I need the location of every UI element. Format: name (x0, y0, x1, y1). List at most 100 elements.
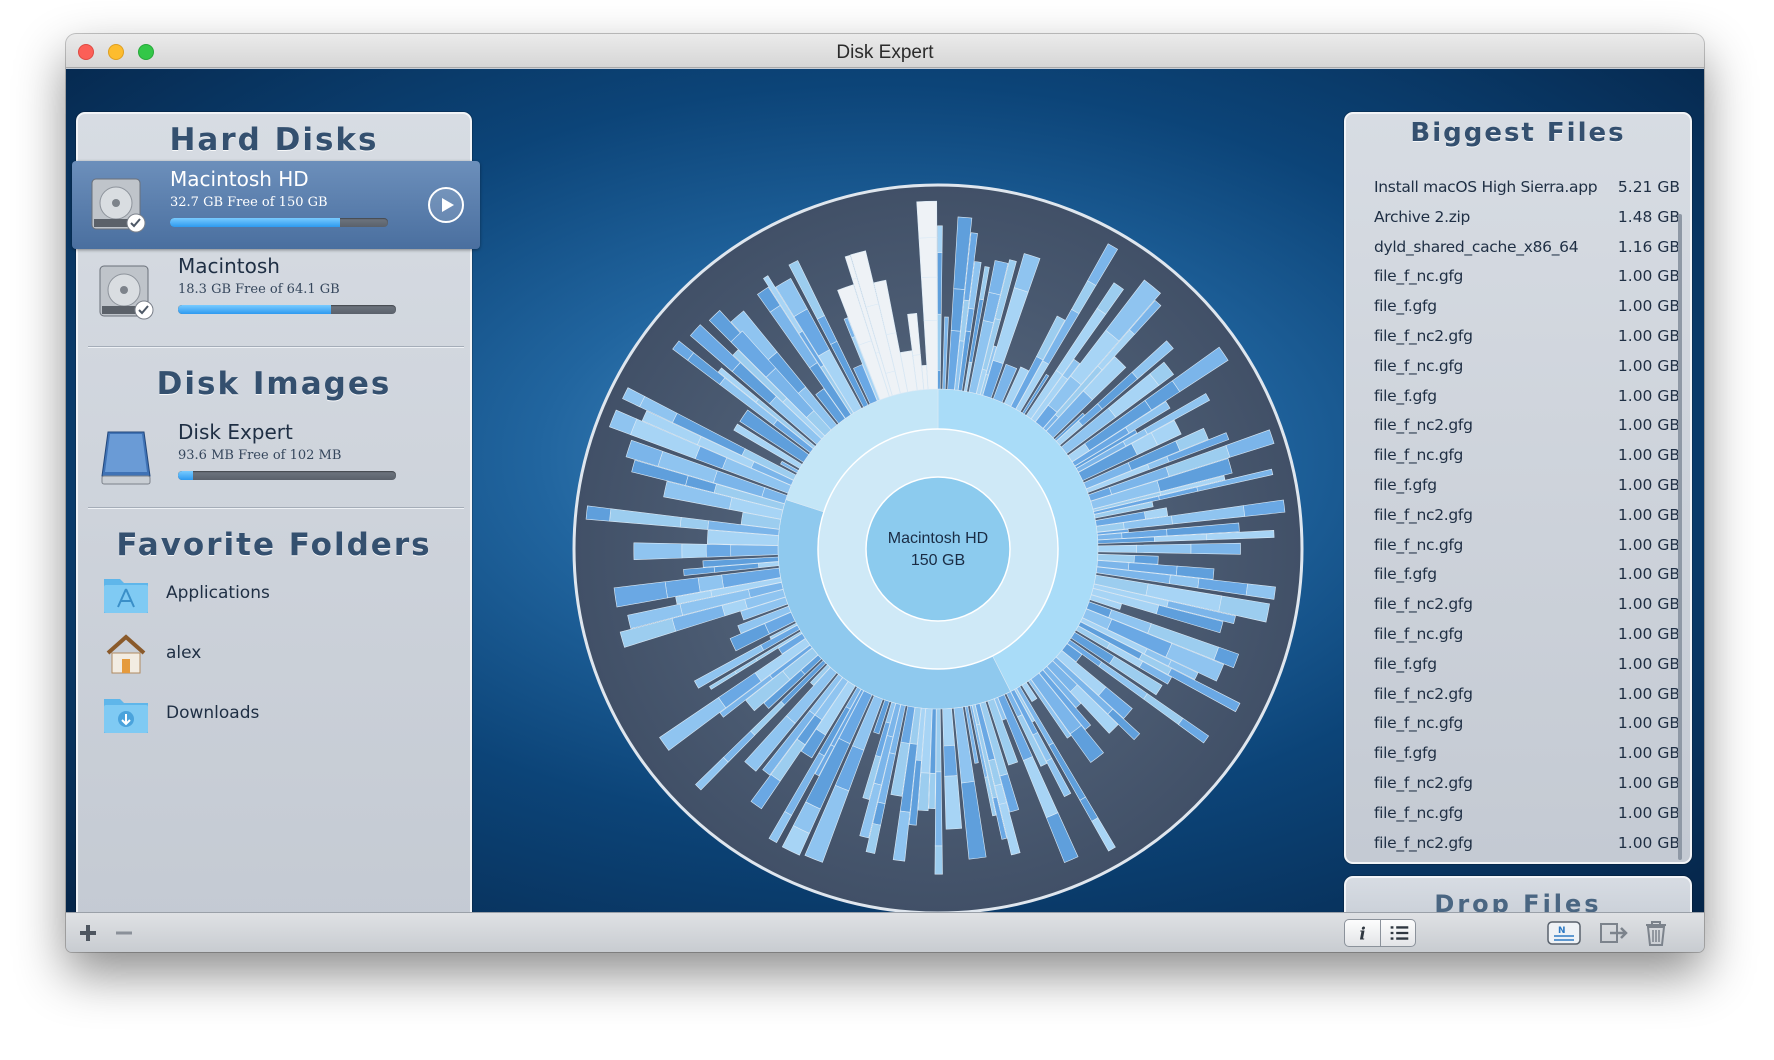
file-name: file_f_nc.gfg (1374, 267, 1464, 286)
file-name: file_f_nc2.gfg (1374, 833, 1473, 852)
svg-text:N: N (1558, 926, 1566, 936)
remove-icon[interactable] (112, 919, 136, 947)
trash-icon[interactable] (1642, 919, 1670, 947)
file-row[interactable]: file_f_nc.gfg 1.00 GB (1374, 353, 1680, 383)
file-row[interactable]: file_f_nc.gfg 1.00 GB (1374, 532, 1680, 562)
sunburst-segment[interactable] (705, 543, 732, 558)
sunburst-segment[interactable] (934, 771, 943, 847)
biggest-files-panel: Biggest Files Install macOS High Sierra.… (1344, 112, 1692, 864)
disk-row-macintosh-hd[interactable]: Macintosh HD 32.7 GB Free of 150 GB (72, 161, 480, 249)
file-name: Install macOS High Sierra.app (1374, 178, 1598, 196)
main-window: Disk Expert Hard Disks Macintosh HD 32.7… (66, 34, 1704, 952)
move-icon[interactable] (1598, 919, 1630, 947)
file-row[interactable]: file_f_nc2.gfg 1.00 GB (1374, 770, 1680, 800)
file-size: 1.00 GB (1617, 535, 1680, 554)
play-icon (442, 198, 454, 212)
file-name: file_f_nc.gfg (1374, 356, 1464, 375)
file-name: file_f_nc2.gfg (1374, 684, 1473, 703)
file-row[interactable]: file_f_nc.gfg 1.00 GB (1374, 442, 1680, 472)
sunburst-segment[interactable] (1136, 543, 1192, 554)
sunburst-segment[interactable] (1133, 555, 1159, 565)
file-row[interactable]: file_f.gfg 1.00 GB (1374, 383, 1680, 413)
file-row[interactable]: dyld_shared_cache_x86_64 1.16 GB (1374, 234, 1680, 264)
file-name: file_f_nc2.gfg (1374, 595, 1473, 614)
view-mode-segmented-control: i (1344, 919, 1416, 947)
sunburst-segment[interactable] (937, 225, 943, 254)
file-row[interactable]: file_f_nc.gfg 1.00 GB (1374, 710, 1680, 740)
add-icon[interactable] (76, 919, 100, 947)
favorite-folder-downloads[interactable]: Downloads (102, 689, 442, 741)
sunburst-segment[interactable] (928, 772, 936, 809)
bottom-toolbar: i N (66, 912, 1704, 952)
sunburst-segment[interactable] (633, 542, 683, 560)
sunburst-segment[interactable] (918, 237, 938, 278)
file-row[interactable]: Install macOS High Sierra.app 5.21 GB (1374, 174, 1680, 204)
file-size: 1.00 GB (1617, 654, 1680, 673)
sunburst-segment[interactable] (585, 505, 612, 522)
file-size: 1.48 GB (1617, 207, 1680, 226)
file-size: 1.00 GB (1617, 803, 1680, 822)
list-icon[interactable] (1381, 920, 1416, 946)
disk-name: Macintosh (178, 254, 280, 278)
file-name: file_f_nc.gfg (1374, 535, 1464, 554)
sunburst-segment[interactable] (935, 708, 942, 773)
favorite-folder-applications[interactable]: Applications (102, 569, 442, 621)
file-size: 1.00 GB (1617, 416, 1680, 435)
file-row[interactable]: Archive 2.zip 1.48 GB (1374, 204, 1680, 234)
file-name: file_f.gfg (1374, 475, 1437, 494)
file-name: Archive 2.zip (1374, 207, 1471, 226)
sunburst-segment[interactable] (1097, 544, 1137, 553)
file-row[interactable]: file_f_nc.gfg 1.00 GB (1374, 800, 1680, 830)
sunburst-segment[interactable] (943, 745, 958, 777)
file-row[interactable]: file_f_nc2.gfg 1.00 GB (1374, 591, 1680, 621)
file-row[interactable]: file_f.gfg 1.00 GB (1374, 651, 1680, 681)
disk-image-icon (101, 431, 151, 485)
sunburst-segment[interactable] (937, 313, 942, 371)
scan-play-button[interactable] (428, 187, 464, 223)
file-size: 1.00 GB (1617, 595, 1680, 614)
file-row[interactable]: file_f.gfg 1.00 GB (1374, 293, 1680, 323)
file-name: file_f_nc2.gfg (1374, 326, 1473, 345)
file-row[interactable]: file_f.gfg 1.00 GB (1374, 561, 1680, 591)
file-row[interactable]: file_f_nc2.gfg 1.00 GB (1374, 412, 1680, 442)
file-size: 1.00 GB (1617, 565, 1680, 584)
file-name: file_f_nc2.gfg (1374, 773, 1473, 792)
file-size: 1.00 GB (1617, 356, 1680, 375)
file-row[interactable]: file_f_nc.gfg 1.00 GB (1374, 621, 1680, 651)
file-row[interactable]: file_f.gfg 1.00 GB (1374, 472, 1680, 502)
sunburst-segment[interactable] (916, 200, 938, 239)
favorite-folders-title: Favorite Folders (116, 527, 432, 563)
file-size: 1.16 GB (1617, 237, 1680, 256)
file-row[interactable]: file_f_nc.gfg 1.00 GB (1374, 263, 1680, 293)
biggest-files-scrollbar[interactable] (1678, 214, 1682, 860)
window-title: Disk Expert (836, 42, 934, 63)
info-icon[interactable]: i (1345, 920, 1381, 946)
sunburst-segment[interactable] (921, 276, 938, 321)
disk-row-macintosh[interactable]: Macintosh 18.3 GB Free of 64.1 GB (80, 248, 474, 336)
sunburst-segment[interactable] (730, 544, 779, 557)
file-row[interactable]: file_f_nc2.gfg 1.00 GB (1374, 830, 1680, 860)
file-row[interactable]: file_f_nc2.gfg 1.00 GB (1374, 681, 1680, 711)
notes-icon[interactable]: N (1546, 919, 1582, 947)
sunburst-segment[interactable] (937, 252, 943, 315)
file-size: 1.00 GB (1617, 297, 1680, 316)
sunburst-segment[interactable] (1190, 542, 1241, 555)
file-row[interactable]: file_f_nc2.gfg 1.00 GB (1374, 323, 1680, 353)
file-size: 1.00 GB (1617, 505, 1680, 524)
file-row[interactable]: file_f_nc2.gfg 1.00 GB (1374, 502, 1680, 532)
disk-image-name: Disk Expert (178, 420, 293, 444)
file-name: file_f_nc.gfg (1374, 624, 1464, 643)
disk-usage-sunburst[interactable]: Macintosh HD 150 GB (538, 149, 1338, 949)
title-bar: Disk Expert (66, 34, 1704, 68)
sunburst-segment[interactable] (681, 543, 707, 559)
file-row[interactable]: file_f.gfg 1.00 GB (1374, 740, 1680, 770)
sunburst-segment[interactable] (937, 370, 941, 390)
favorite-folder-alex[interactable]: alex (102, 629, 442, 681)
disk-usage-fill (178, 305, 331, 314)
disk-image-row-disk-expert[interactable]: Disk Expert 93.6 MB Free of 102 MB (80, 414, 474, 502)
sunburst-segment[interactable] (934, 845, 943, 875)
file-name: file_f_nc.gfg (1374, 446, 1464, 465)
file-size: 1.00 GB (1617, 475, 1680, 494)
sunburst-center[interactable] (865, 476, 1011, 622)
disk-image-free-space: 93.6 MB Free of 102 MB (178, 448, 342, 463)
